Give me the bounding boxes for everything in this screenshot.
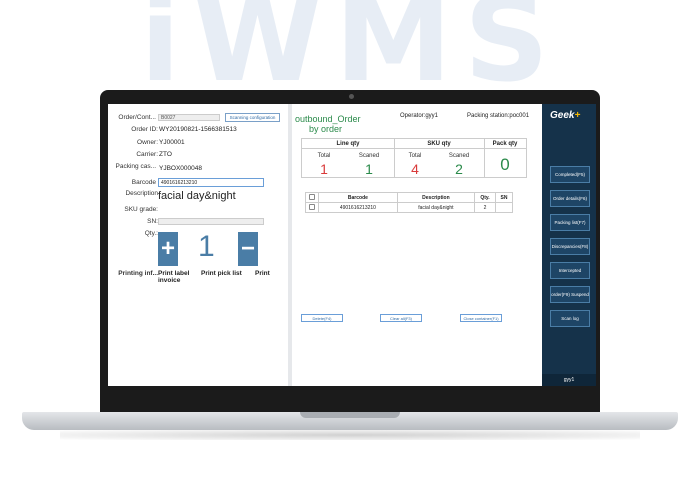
sku-total-label: Total — [408, 153, 422, 159]
geek-logo: Geek+ — [550, 110, 580, 121]
qty-value: 1 — [198, 230, 215, 263]
laptop-shadow — [60, 430, 640, 440]
sku-grade-label: SKU grade: — [124, 206, 158, 213]
line-total-value: 1 — [320, 161, 328, 177]
sku-qty-header: SKU qty — [394, 139, 484, 149]
packing-station-label: Packing station:poc001 — [467, 113, 530, 119]
sku-total-value: 4 — [411, 161, 419, 177]
qty-increment-button[interactable]: + — [158, 232, 178, 266]
cell-sn — [495, 202, 513, 213]
pack-qty-header: Pack qty — [484, 139, 526, 149]
qty-decrement-button[interactable]: − — [238, 232, 258, 266]
order-id-label: Order ID: — [131, 126, 158, 133]
qty-label: Qty.: — [144, 230, 158, 237]
sidebar-item-discrepancies[interactable]: Discrepancies(F8) — [550, 238, 590, 255]
stats-divider — [394, 139, 395, 177]
sidebar-item-packing-list[interactable]: Packing list(F7) — [550, 214, 590, 231]
checkbox-icon — [309, 193, 315, 200]
scanning-configuration-button[interactable]: Scanning configuration — [225, 113, 280, 122]
sidebar-item-completed[interactable]: Completed(F5) — [550, 166, 590, 183]
order-label: Order/Cont... — [118, 114, 156, 121]
barcode-label: Barcode — [131, 179, 156, 186]
cell-qty: 2 — [474, 202, 496, 213]
cell-description: facial day&night — [396, 202, 476, 213]
webcam-icon — [349, 94, 354, 99]
laptop-base-notch — [300, 412, 400, 418]
right-sidebar: Geek+ Completed(F5) Order details(F6) Pa… — [542, 104, 596, 386]
current-user: gyy1 — [542, 374, 596, 386]
quantity-summary: Line qty SKU qty Pack qty Total Scaned T… — [301, 138, 527, 178]
sidebar-item-intercepted[interactable]: Intercepted — [550, 262, 590, 279]
barcode-input[interactable]: 4901616213210 — [158, 178, 264, 187]
logo-text: Geek — [550, 110, 575, 121]
line-qty-header: Line qty — [302, 139, 394, 149]
checkbox-icon — [309, 203, 315, 210]
col-description: Description — [396, 192, 476, 203]
pack-qty-value: 0 — [500, 155, 510, 174]
sn-input[interactable] — [158, 218, 264, 225]
logo-plus: + — [574, 110, 581, 121]
operator-label: Operator:gyy1 — [400, 113, 439, 119]
carrier-label: Carrier: — [136, 151, 158, 158]
sidebar-item-scan-log[interactable]: Scan log — [550, 310, 590, 327]
center-panel: outbound_Order by order Operator:gyy1 Pa… — [292, 104, 542, 386]
page-title-line1: outbound_Order — [295, 114, 361, 124]
sku-scaned-label: Scaned — [448, 153, 470, 159]
close-container-button[interactable]: Close container(F1) — [460, 314, 502, 322]
line-total-label: Total — [317, 153, 331, 159]
carrier-value: ZTO — [159, 151, 172, 158]
description-label: Description — [125, 190, 158, 197]
sidebar-item-order-details[interactable]: Order details(F6) — [550, 190, 590, 207]
print-pick-list-option[interactable]: Print pick list — [201, 270, 242, 277]
clear-all-button[interactable]: Clear all(F3) — [380, 314, 422, 322]
row-checkbox[interactable] — [305, 202, 319, 213]
sku-scaned-value: 2 — [455, 161, 463, 177]
packing-case-value: YJBOX000048 — [159, 165, 203, 172]
owner-label: Owner: — [137, 139, 158, 146]
select-all-checkbox[interactable] — [305, 192, 319, 203]
col-sn: SN — [495, 192, 513, 203]
sn-label: SN: — [147, 218, 158, 225]
background-watermark: iWMS — [140, 0, 562, 108]
table-row[interactable]: 4901616213210 facial day&night 2 — [305, 202, 513, 213]
invoice-text: invoice — [158, 277, 181, 284]
print-label-text: Print label — [158, 270, 190, 277]
line-scaned-label: Scaned — [358, 153, 380, 159]
packing-case-label: Packing cas... — [115, 163, 156, 170]
table-header-row: Barcode Description Qty. SN — [305, 192, 513, 203]
order-id-value: WY20190821-1566381513 — [159, 126, 237, 133]
col-barcode: Barcode — [318, 192, 398, 203]
col-qty: Qty. — [474, 192, 496, 203]
delete-button[interactable]: Delete(F4) — [301, 314, 343, 322]
left-panel: Order/Cont... B0027 Scanning configurati… — [108, 104, 288, 386]
scanned-items-table: Barcode Description Qty. SN 490161621321… — [305, 192, 513, 213]
sidebar-item-suspend-order[interactable]: order(F9) Suspend — [550, 286, 590, 303]
print-option[interactable]: Print — [255, 270, 270, 277]
page-title-line2: by order — [309, 124, 343, 134]
printing-info-label: Printing inf... — [118, 270, 158, 277]
app-screen: Order/Cont... B0027 Scanning configurati… — [108, 104, 596, 386]
page-title: outbound_Order by order — [295, 114, 361, 134]
line-scaned-value: 1 — [365, 161, 373, 177]
cell-barcode: 4901616213210 — [318, 202, 398, 213]
order-input[interactable]: B0027 — [158, 114, 220, 121]
print-label-invoice-option[interactable]: Print label invoice — [158, 270, 189, 284]
owner-value: YJ00001 — [159, 139, 185, 146]
description-value: facial day&night — [158, 190, 236, 202]
